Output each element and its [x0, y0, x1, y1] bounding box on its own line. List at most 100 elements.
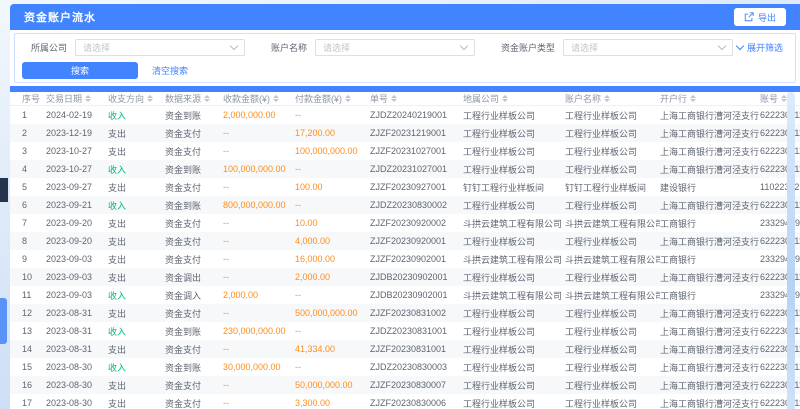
export-button[interactable]: 导出 [734, 8, 786, 26]
filter-row: 所属公司 请选择 账户名称 请选择 资金账户类型 请选择 [15, 34, 795, 56]
cell-pay-amount: -- [295, 290, 370, 300]
cell-account-name: 工程行业样板公司 [565, 271, 660, 284]
page-title: 资金账户流水 [24, 9, 96, 25]
cell-data-source: 资金支付 [165, 127, 223, 140]
cell-bank: 上海工商银行漕河泾支行 [660, 379, 760, 392]
cell-direction: 支出 [108, 145, 165, 158]
cell-order-number: ZJZF20230831001 [370, 344, 463, 354]
cell-pay-amount: 500,000,000.00 [295, 308, 370, 318]
table-row[interactable]: 8 2023-09-20 支出 资金支付 -- 4,000.00 ZJZF202… [10, 232, 800, 250]
column-header[interactable]: 数据来源 [165, 92, 223, 105]
cell-transaction-date: 2023-12-19 [46, 128, 108, 138]
cell-sequence: 15 [10, 362, 46, 372]
account-name-select[interactable]: 请选择 [315, 39, 475, 56]
cell-receive-amount: 230,000,000.00 [223, 326, 295, 336]
column-header[interactable]: 开户行 [660, 92, 760, 105]
cell-receive-amount: 30,000,000.00 [223, 362, 295, 372]
column-header[interactable]: 付款金额(¥) [295, 92, 370, 105]
table-row[interactable]: 17 2023-08-30 支出 资金支付 -- 3,300.00 ZJZF20… [10, 394, 800, 409]
table-row[interactable]: 11 2023-09-03 收入 资金调入 2,000.00 -- ZJDB20… [10, 286, 800, 304]
chevron-down-icon [718, 42, 726, 50]
cell-bank: 上海工商银行漕河泾支行 [660, 397, 760, 409]
cell-company: 工程行业样板公司 [463, 271, 565, 284]
table-row[interactable]: 7 2023-09-20 支出 资金支付 -- 10.00 ZJZF202309… [10, 214, 800, 232]
column-header-label: 收款金额(¥) [223, 92, 270, 105]
column-header[interactable]: 账户名称 [565, 92, 660, 105]
table-row[interactable]: 15 2023-08-30 收入 资金到账 30,000,000.00 -- Z… [10, 358, 800, 376]
table-row[interactable]: 16 2023-08-30 支出 资金支付 -- 50,000,000.00 Z… [10, 376, 800, 394]
cell-pay-amount: 2,000.00 [295, 272, 370, 282]
cell-account-name: 工程行业样板公司 [565, 145, 660, 158]
table-row[interactable]: 13 2023-08-31 收入 资金到账 230,000,000.00 -- … [10, 322, 800, 340]
expand-filter-link[interactable]: 展开筛选 [737, 41, 785, 54]
column-header-label: 账户名称 [565, 92, 601, 105]
cell-data-source: 资金支付 [165, 379, 223, 392]
cell-sequence: 17 [10, 398, 46, 408]
company-select[interactable]: 请选择 [75, 39, 245, 56]
cell-direction: 收入 [108, 109, 165, 122]
cell-account-name: 工程行业样板公司 [565, 163, 660, 176]
cell-order-number: ZJDZ20230830002 [370, 200, 463, 210]
cell-bank: 工商银行 [660, 289, 760, 302]
cell-bank: 上海工商银行漕河泾支行 [660, 361, 760, 374]
cell-account-name: 工程行业样板公司 [565, 361, 660, 374]
cell-bank: 上海工商银行漕河泾支行 [660, 163, 760, 176]
vertical-scrollbar[interactable] [787, 92, 795, 409]
cell-order-number: ZJZF20230830007 [370, 380, 463, 390]
table-row[interactable]: 1 2024-02-19 收入 资金到账 2,000,000.00 -- ZJD… [10, 106, 800, 124]
cell-pay-amount: 16,000.00 [295, 254, 370, 264]
cell-receive-amount: -- [223, 146, 295, 156]
column-header[interactable]: 收款金额(¥) [223, 92, 295, 105]
chevron-down-icon [460, 42, 468, 50]
cell-company: 工程行业样板公司 [463, 145, 565, 158]
cell-data-source: 资金到账 [165, 199, 223, 212]
company-filter-label: 所属公司 [31, 41, 67, 54]
table-row[interactable]: 9 2023-09-03 支出 资金支付 -- 16,000.00 ZJZF20… [10, 250, 800, 268]
cell-company: 工程行业样板公司 [463, 199, 565, 212]
cell-sequence: 6 [10, 200, 46, 210]
table-row[interactable]: 3 2023-10-27 支出 资金支付 -- 100,000,000.00 Z… [10, 142, 800, 160]
column-header[interactable]: 地属公司 [463, 92, 565, 105]
cell-data-source: 资金调入 [165, 289, 223, 302]
table-row[interactable]: 2 2023-12-19 支出 资金支付 -- 17,200.00 ZJZF20… [10, 124, 800, 142]
column-header[interactable]: 单号 [370, 92, 463, 105]
cell-transaction-date: 2023-09-20 [46, 236, 108, 246]
cell-account-name: 工程行业样板公司 [565, 343, 660, 356]
page-header: 资金账户流水 导出 [10, 4, 800, 30]
account-name-filter: 账户名称 请选择 [271, 39, 475, 56]
cell-transaction-date: 2023-08-31 [46, 308, 108, 318]
cell-data-source: 资金到账 [165, 163, 223, 176]
cell-order-number: ZJDB20230902001 [370, 290, 463, 300]
cell-data-source: 资金到账 [165, 361, 223, 374]
sort-carets-icon [345, 95, 351, 102]
table-row[interactable]: 4 2023-10-27 收入 资金到账 100,000,000.00 -- Z… [10, 160, 800, 178]
cell-data-source: 资金支付 [165, 145, 223, 158]
sort-carets-icon [147, 95, 153, 102]
table-row[interactable]: 14 2023-08-31 支出 资金支付 -- 41,334.00 ZJZF2… [10, 340, 800, 358]
cell-bank: 工商银行 [660, 253, 760, 266]
table-row[interactable]: 12 2023-08-31 支出 资金支付 -- 500,000,000.00 … [10, 304, 800, 322]
cell-account-name: 斗拱云建筑工程有限公司 [565, 217, 660, 230]
table-row[interactable]: 10 2023-09-03 支出 资金调出 -- 2,000.00 ZJDB20… [10, 268, 800, 286]
cell-transaction-date: 2024-02-19 [46, 110, 108, 120]
clear-search-link[interactable]: 清空搜索 [152, 64, 188, 77]
column-header[interactable]: 交易日期 [46, 92, 108, 105]
account-type-select[interactable]: 请选择 [563, 39, 733, 56]
column-header[interactable]: 收支方向 [108, 92, 165, 105]
table-row[interactable]: 5 2023-09-27 支出 资金支付 -- 100.00 ZJZF20230… [10, 178, 800, 196]
table-row[interactable]: 6 2023-09-21 收入 资金到账 800,000,000.00 -- Z… [10, 196, 800, 214]
cell-sequence: 14 [10, 344, 46, 354]
cell-company: 工程行业样板公司 [463, 379, 565, 392]
column-header-label: 付款金额(¥) [295, 92, 342, 105]
cell-pay-amount: -- [295, 164, 370, 174]
cell-data-source: 资金支付 [165, 253, 223, 266]
cell-company: 工程行业样板公司 [463, 361, 565, 374]
background-window-fragment [0, 178, 8, 202]
cell-sequence: 1 [10, 110, 46, 120]
cell-bank: 上海工商银行漕河泾支行 [660, 343, 760, 356]
sort-carets-icon [85, 95, 91, 102]
cell-account-name: 工程行业样板公司 [565, 127, 660, 140]
search-button[interactable]: 搜索 [22, 62, 138, 79]
column-header-label: 单号 [370, 92, 388, 105]
cell-pay-amount: 100,000,000.00 [295, 146, 370, 156]
